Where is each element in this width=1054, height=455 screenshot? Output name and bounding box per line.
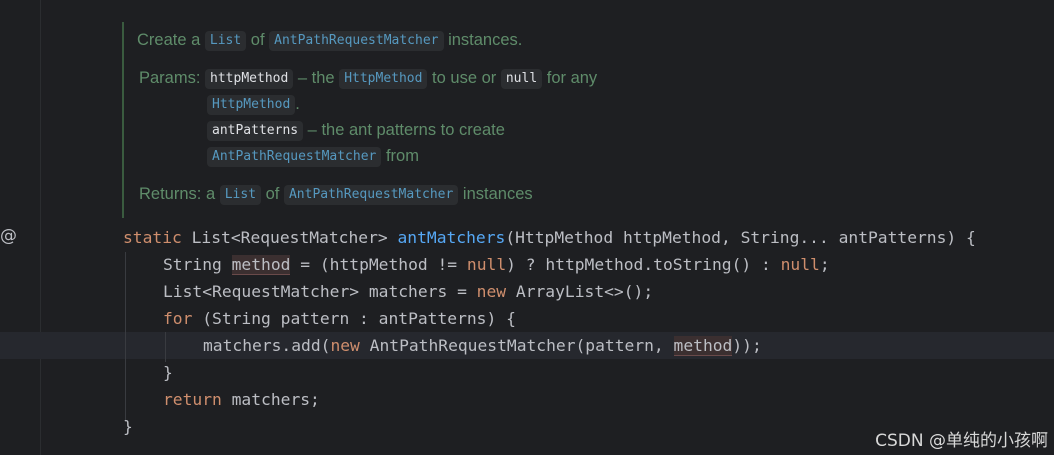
doc-link-httpmethod-2[interactable]: HttpMethod xyxy=(207,95,296,115)
code-line-7[interactable]: return matchers; xyxy=(163,390,320,410)
doc-summary: Create a List of AntPathRequestMatcher i… xyxy=(137,31,523,51)
doc-param-antpatterns: antPatterns – the ant patterns to create xyxy=(207,121,505,141)
implements-at-icon[interactable]: @ xyxy=(0,226,17,246)
doc-param-httpmethod-cont: HttpMethod. xyxy=(207,95,300,115)
watermark: CSDN @单纯的小孩啊 xyxy=(875,431,1048,451)
doc-link-antpathrequestmatcher-2[interactable]: AntPathRequestMatcher xyxy=(207,147,382,167)
code-line-3[interactable]: List<RequestMatcher> matchers = new Arra… xyxy=(163,282,653,302)
code-line-2[interactable]: String method = (httpMethod != null) ? h… xyxy=(163,255,830,275)
doc-link-list-2[interactable]: List xyxy=(219,185,262,205)
code-line-5[interactable]: matchers.add(new AntPathRequestMatcher(p… xyxy=(203,336,762,356)
doc-returns: Returns: a List of AntPathRequestMatcher… xyxy=(139,185,533,205)
code-line-4[interactable]: for (String pattern : antPatterns) { xyxy=(163,309,516,329)
highlighted-variable[interactable]: method xyxy=(231,255,291,275)
code-line-6[interactable]: } xyxy=(163,363,173,383)
doc-link-list[interactable]: List xyxy=(204,31,247,51)
doc-param-antpatterns-cont: AntPathRequestMatcher from xyxy=(207,147,419,167)
code-line-1[interactable]: static List<RequestMatcher> antMatchers(… xyxy=(123,228,976,248)
indent-guide xyxy=(165,332,166,362)
highlighted-variable[interactable]: method xyxy=(673,336,733,356)
doc-link-httpmethod[interactable]: HttpMethod xyxy=(339,69,428,89)
indent-guide xyxy=(125,252,126,422)
javadoc-bar xyxy=(122,22,124,218)
code-line-8[interactable]: } xyxy=(123,417,133,437)
doc-link-antpathrequestmatcher[interactable]: AntPathRequestMatcher xyxy=(269,31,444,51)
method-name[interactable]: antMatchers xyxy=(397,228,505,247)
doc-link-antpathrequestmatcher-3[interactable]: AntPathRequestMatcher xyxy=(283,185,459,205)
doc-param-httpmethod: Params: httpMethod – the HttpMethod to u… xyxy=(139,69,598,89)
